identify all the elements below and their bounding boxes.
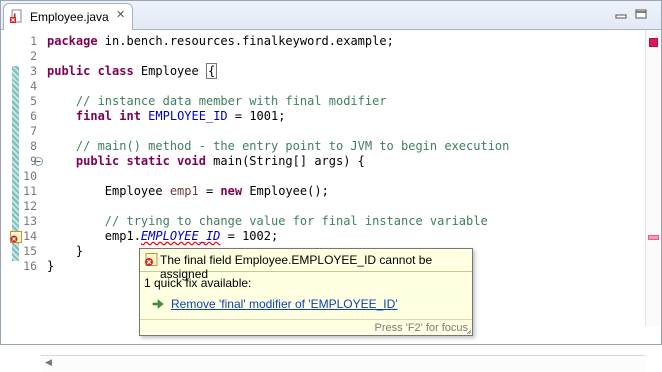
error-field-reference[interactable]: EMPLOYEE_ID [141, 229, 220, 243]
code-line-16: } [47, 259, 55, 273]
line-number: 9 [30, 154, 37, 168]
scroll-left-icon[interactable]: ◀ [45, 358, 52, 368]
code-line-14: emp1.EMPLOYEE_ID = 1002; [47, 229, 279, 243]
line-number: 16 [23, 259, 37, 273]
code-line-6: final int EMPLOYEE_ID = 1001; [75, 109, 286, 123]
line-number: 14 [23, 229, 37, 243]
code-line-8: // main() method - the entry point to JV… [47, 139, 510, 153]
tab-employee-java[interactable]: J Employee.java ✕ [3, 3, 133, 30]
keyword: final int [75, 109, 141, 123]
code-line-9: public static void main(String[] args) { [47, 154, 365, 169]
quick-fix-count: 1 quick fix available: [144, 276, 252, 290]
code-line-3: public class Employee { [47, 63, 218, 79]
line-number: 11 [23, 184, 37, 198]
quick-fix-hover-popup[interactable]: The final field Employee.EMPLOYEE_ID can… [139, 248, 473, 336]
maximize-icon[interactable] [635, 9, 647, 19]
code-line-1: package in.bench.resources.finalkeyword.… [47, 34, 394, 49]
error-icon [145, 253, 158, 266]
quick-fix-icon [152, 299, 164, 309]
tab-label: Employee.java [30, 10, 109, 24]
popup-footer: Press 'F2' for focus [140, 319, 472, 336]
local-variable: emp1 [169, 184, 199, 198]
close-icon[interactable]: ✕ [116, 8, 125, 21]
keyword: public static void [75, 154, 206, 168]
line-number: 4 [30, 79, 37, 93]
overview-ruler[interactable] [645, 30, 660, 326]
line-number: 1 [30, 34, 37, 48]
line-number: 8 [30, 139, 37, 153]
tab-bar: J Employee.java ✕ [1, 1, 661, 30]
editor-window: J Employee.java ✕ [0, 0, 662, 372]
minimize-icon[interactable] [615, 9, 627, 19]
horizontal-scrollbar[interactable]: ◀ [41, 355, 645, 372]
method-signature: main(String[] args) { [205, 154, 365, 168]
keyword: package [47, 34, 98, 48]
keyword: new [220, 184, 243, 198]
line-number: 13 [23, 214, 37, 228]
resize-grip-icon[interactable] [466, 329, 472, 335]
matching-brace: { [205, 63, 218, 79]
package-name: in.bench.resources.finalkeyword.example; [97, 34, 394, 48]
line-number: 2 [30, 49, 37, 63]
line-number: 7 [30, 124, 37, 138]
code-line-5: // instance data member with final modif… [47, 94, 387, 108]
line-number: 10 [23, 169, 37, 183]
code-line-15: } [47, 244, 84, 258]
line-number: 5 [30, 94, 37, 108]
field-name: EMPLOYEE_ID [148, 109, 228, 123]
line-number: 3 [30, 64, 37, 78]
focus-hint: Press 'F2' for focus [374, 322, 468, 334]
line-number: 6 [30, 109, 37, 123]
overview-error-marker[interactable] [648, 235, 659, 240]
code-line-13: // trying to change value for final inst… [47, 214, 488, 228]
code-line-11: Employee emp1 = new Employee(); [47, 184, 329, 198]
line-number: 15 [23, 244, 37, 258]
keyword: public class [47, 64, 134, 78]
line-number: 12 [23, 199, 37, 213]
overview-error-icon[interactable] [649, 38, 658, 47]
class-name: Employee [133, 64, 206, 78]
quick-fix-link[interactable]: Remove 'final' modifier of 'EMPLOYEE_ID' [171, 297, 398, 311]
java-file-icon: J [10, 9, 22, 23]
popup-header: The final field Employee.EMPLOYEE_ID can… [140, 249, 472, 281]
